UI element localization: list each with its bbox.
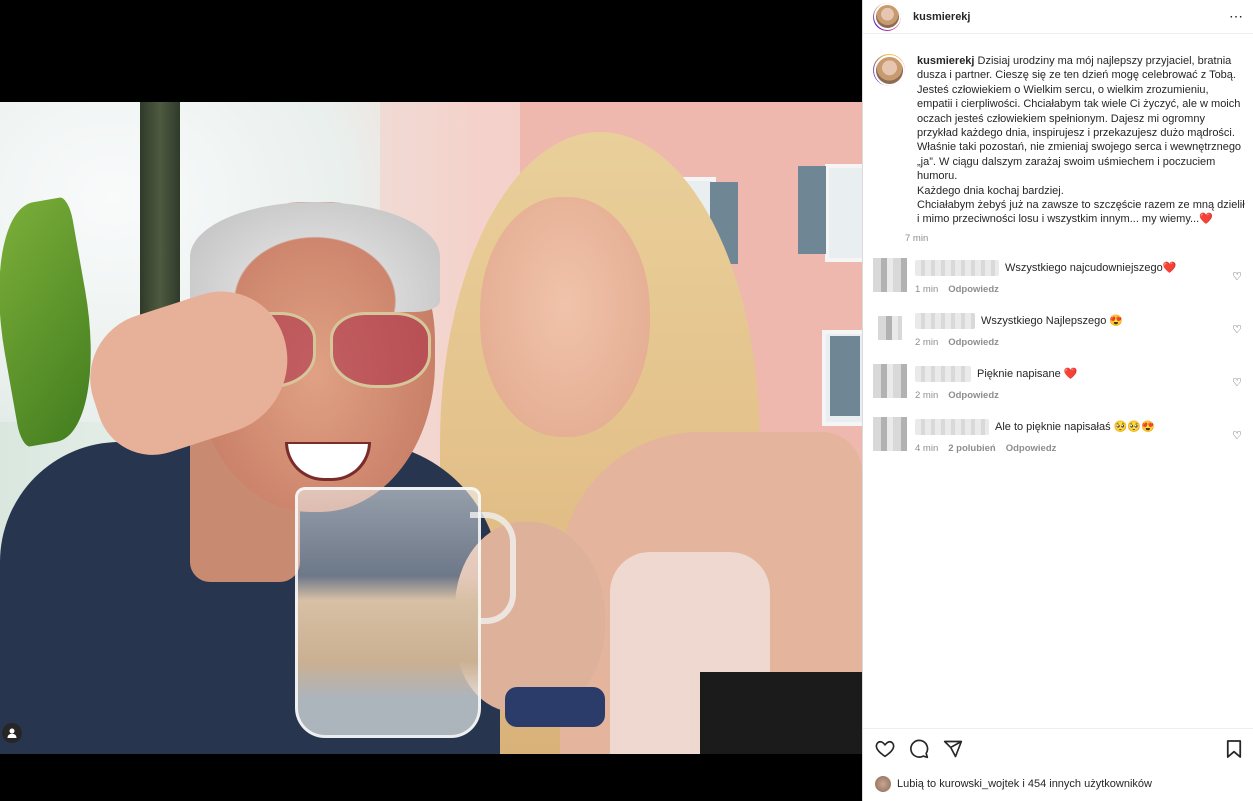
window-shutter [798,166,826,254]
coffee-mug [295,487,481,738]
woman-skirt [700,672,862,754]
avatar-image [873,3,901,30]
comment-text: Wszystkiego najcudowniejszego❤️ [1005,262,1177,275]
post-details-panel: kusmierekj ⋯ kusmierekj Dzisiaj urodziny… [862,0,1253,801]
comment-like-icon[interactable]: ♡ [1232,376,1242,389]
comment-bubble-icon[interactable] [909,739,929,764]
caption-timestamp: 7 min [905,232,929,244]
comment-text: Ale to pięknie napisałaś 🥺🥺😍 [995,421,1155,434]
comment-likes-count[interactable]: 2 polubień [948,443,996,454]
reply-link[interactable]: Odpowiedz [1006,443,1057,454]
avatar-image [873,54,905,86]
comment-time: 1 min [915,283,939,295]
like-heart-icon[interactable] [875,740,895,763]
reply-link[interactable]: Odpowiedz [948,337,999,348]
likes-summary: Lubią to kurowski_wojtek i 454 innych uż… [863,773,1253,795]
comment-text: Pięknie napisane ❤️ [977,368,1078,381]
comments-list: Wszystkiego najcudowniejszego❤️ 1 min Odp… [863,244,1253,470]
post-media[interactable] [0,0,862,801]
comment-time: 2 min [915,389,939,401]
comment-avatar[interactable] [873,416,907,451]
comment-avatar[interactable] [873,363,907,398]
post-caption: kusmierekj Dzisiaj urodziny ma mój najle… [863,34,1253,244]
caption-line: Każdego dnia kochaj bardziej. [917,184,1064,197]
comment-time: 4 min [915,442,939,454]
caption-username[interactable]: kusmierekj [917,55,974,67]
action-icons [863,729,1253,773]
reply-link[interactable]: Odpowiedz [948,284,999,295]
more-options-icon[interactable]: ⋯ [1229,8,1244,25]
comment-like-icon[interactable]: ♡ [1232,270,1242,283]
header-username[interactable]: kusmierekj [913,11,970,23]
bookmark-icon[interactable] [1226,739,1242,764]
comment-avatar[interactable] [873,257,907,292]
post-header: kusmierekj ⋯ [863,0,1253,34]
caption-line: Właśnie taki pozostań, nie zmieniaj swoj… [917,141,1242,183]
house-window [825,164,862,262]
caption-line: Chciałabym żebyś już na zawsze to szczęś… [917,199,1245,226]
comment-time: 2 min [915,336,939,348]
blurred-username[interactable] [915,259,999,276]
liker-avatar[interactable] [875,776,891,792]
blurred-username[interactable] [915,365,971,382]
comment: Pięknie napisane ❤️ 2 min Odpowiedz ♡ [873,363,1244,417]
instagram-post-view: kusmierekj ⋯ kusmierekj Dzisiaj urodziny… [0,0,1253,801]
comment: Wszystkiego najcudowniejszego❤️ 1 min Odp… [873,257,1244,311]
comment: Wszystkiego Najlepszego 😍 2 min Odpowiedz… [873,311,1244,364]
post-photo [0,102,862,754]
sunglasses-right [330,312,431,388]
caption-text: kusmierekj Dzisiaj urodziny ma mój najle… [917,54,1247,227]
user-tag-icon[interactable] [2,723,22,743]
caption-avatar[interactable] [873,54,905,86]
comment-text: Wszystkiego Najlepszego 😍 [981,315,1124,328]
comment: Ale to pięknie napisałaś 🥺🥺😍 4 min 2 polu… [873,416,1244,470]
share-send-icon[interactable] [943,739,963,764]
avatar[interactable] [873,2,901,31]
blurred-username[interactable] [915,418,989,435]
comment-like-icon[interactable]: ♡ [1232,323,1242,336]
likes-text[interactable]: Lubią to kurowski_wojtek i 454 innych uż… [897,778,1152,790]
blurred-username[interactable] [915,312,975,329]
watch [505,687,605,727]
window-shutter [830,336,860,416]
comment-avatar[interactable] [878,315,902,340]
post-actions: Lubią to kurowski_wojtek i 454 innych uż… [863,728,1253,795]
caption-line: Jesteś człowiekiem o Wielkim sercu, o wi… [917,83,1241,140]
reply-link[interactable]: Odpowiedz [948,390,999,401]
comment-like-icon[interactable]: ♡ [1232,429,1242,442]
